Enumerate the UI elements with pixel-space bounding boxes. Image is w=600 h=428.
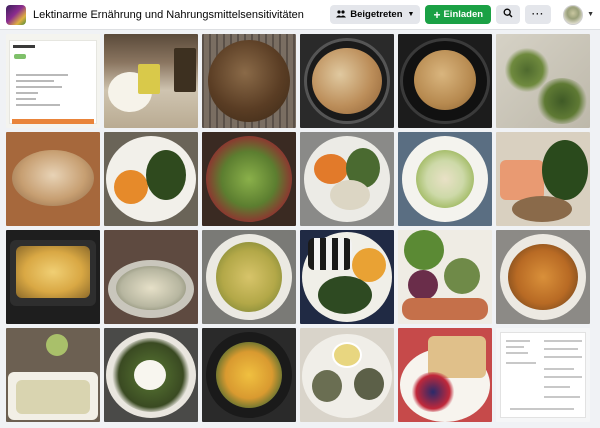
- photo-grid: [6, 34, 600, 428]
- photo-rice-with-vegetables[interactable]: [104, 328, 198, 422]
- photo-flour-bowl-and-packages[interactable]: [104, 34, 198, 128]
- potatoes: [216, 242, 282, 312]
- artichoke: [444, 258, 480, 294]
- squash: [352, 248, 386, 282]
- bread-loaf: [12, 150, 94, 206]
- spinach: [542, 140, 588, 200]
- artichoke: [354, 368, 384, 400]
- photo-bread-in-dutch-oven[interactable]: [300, 34, 394, 128]
- photo-gratin-in-dish[interactable]: [104, 230, 198, 324]
- profile-avatar[interactable]: [563, 4, 584, 25]
- more-options-button[interactable]: ···: [525, 5, 552, 24]
- doc-line: [544, 348, 578, 350]
- cream: [330, 180, 370, 210]
- photo-bread-loaf-cooling-rack[interactable]: [202, 34, 296, 128]
- photo-artichokes-with-dip[interactable]: [300, 328, 394, 422]
- chevron-down-icon[interactable]: ▼: [587, 11, 594, 18]
- photo-casserole-dish[interactable]: [6, 328, 100, 422]
- doc-line: [506, 352, 528, 354]
- photo-salmon-and-spinach[interactable]: [496, 132, 590, 226]
- plus-icon: +: [433, 7, 441, 22]
- beets: [408, 270, 438, 300]
- note-line: [16, 92, 38, 94]
- note-line: [16, 74, 68, 76]
- search-icon: [503, 8, 513, 21]
- chevron-down-icon: ▼: [407, 11, 415, 18]
- doc-line: [544, 356, 582, 358]
- people-icon: [336, 9, 347, 20]
- photo-mixed-salad-bowl[interactable]: [202, 132, 296, 226]
- bread-loaf: [312, 48, 382, 114]
- note-line: [16, 86, 62, 88]
- photo-baked-dish-tray[interactable]: [6, 230, 100, 324]
- rice: [134, 360, 166, 390]
- potatoes: [508, 244, 578, 310]
- photo-pasta-salad-plate[interactable]: [398, 132, 492, 226]
- photo-roasted-potatoes-plate[interactable]: [496, 230, 590, 324]
- artichoke: [312, 370, 342, 402]
- leek: [404, 230, 444, 270]
- casserole-filling: [16, 380, 90, 414]
- pasta: [416, 150, 474, 208]
- note-bar: [12, 119, 94, 124]
- salad: [206, 136, 292, 222]
- photo-potatoes-plate[interactable]: [202, 230, 296, 324]
- invite-button[interactable]: + Einladen: [425, 5, 492, 24]
- photo-sushi-and-greens-plate[interactable]: [300, 230, 394, 324]
- greens: [146, 150, 186, 200]
- doc-line: [506, 346, 524, 348]
- salmon: [500, 160, 544, 200]
- photo-document-screenshot[interactable]: [496, 328, 590, 422]
- greens: [318, 276, 372, 314]
- sushi: [308, 238, 352, 270]
- joined-button[interactable]: Beigetreten ▼: [330, 5, 421, 24]
- group-title[interactable]: Lektinarme Ernährung und Nahrungsmittels…: [33, 9, 304, 21]
- photo-vegetables-assortment[interactable]: [398, 230, 492, 324]
- sweet-potato: [402, 298, 488, 320]
- vegetables: [216, 342, 282, 408]
- photo-cake-with-berries[interactable]: [398, 328, 492, 422]
- photo-baked-loaf-on-paper[interactable]: [6, 132, 100, 226]
- photo-bread-in-pot[interactable]: [398, 34, 492, 128]
- doc-line: [506, 340, 530, 342]
- dip-bowl: [332, 342, 362, 368]
- berries: [410, 372, 456, 412]
- note-heading-mark: [13, 45, 35, 48]
- package-yellow: [138, 64, 160, 94]
- gratin: [116, 266, 186, 310]
- group-header: Lektinarme Ernährung und Nahrungsmittels…: [0, 0, 600, 30]
- note-tag: [14, 54, 26, 59]
- doc-line: [506, 362, 536, 364]
- photo-herbs-on-table[interactable]: [496, 34, 590, 128]
- baked-food: [16, 246, 90, 298]
- photo-vegetable-plate[interactable]: [300, 132, 394, 226]
- document-page: [500, 332, 586, 418]
- profile-menu[interactable]: ▼: [563, 4, 594, 25]
- doc-line: [544, 386, 570, 388]
- squash: [314, 154, 348, 184]
- doc-line: [544, 376, 582, 378]
- photo-pan-roasted-vegetables[interactable]: [202, 328, 296, 422]
- photo-recipe-note[interactable]: [6, 34, 100, 128]
- invite-label: Einladen: [443, 9, 484, 20]
- carrots: [114, 170, 148, 204]
- photo-carrots-and-greens-plate[interactable]: [104, 132, 198, 226]
- bread-loaf: [414, 50, 476, 110]
- doc-line: [544, 368, 574, 370]
- note-line: [16, 80, 54, 82]
- doc-line: [544, 396, 580, 398]
- note-line: [16, 98, 36, 100]
- bread-loaf: [208, 40, 290, 122]
- group-avatar[interactable]: [6, 4, 26, 25]
- search-button[interactable]: [496, 5, 521, 24]
- cup: [46, 334, 68, 356]
- doc-line: [544, 340, 582, 342]
- package-dark: [174, 48, 196, 92]
- joined-label: Beigetreten: [350, 9, 403, 20]
- herbs: [536, 78, 588, 124]
- note-line: [16, 104, 60, 106]
- mushrooms: [512, 196, 572, 222]
- doc-line: [510, 408, 574, 410]
- note-paper: [9, 40, 97, 124]
